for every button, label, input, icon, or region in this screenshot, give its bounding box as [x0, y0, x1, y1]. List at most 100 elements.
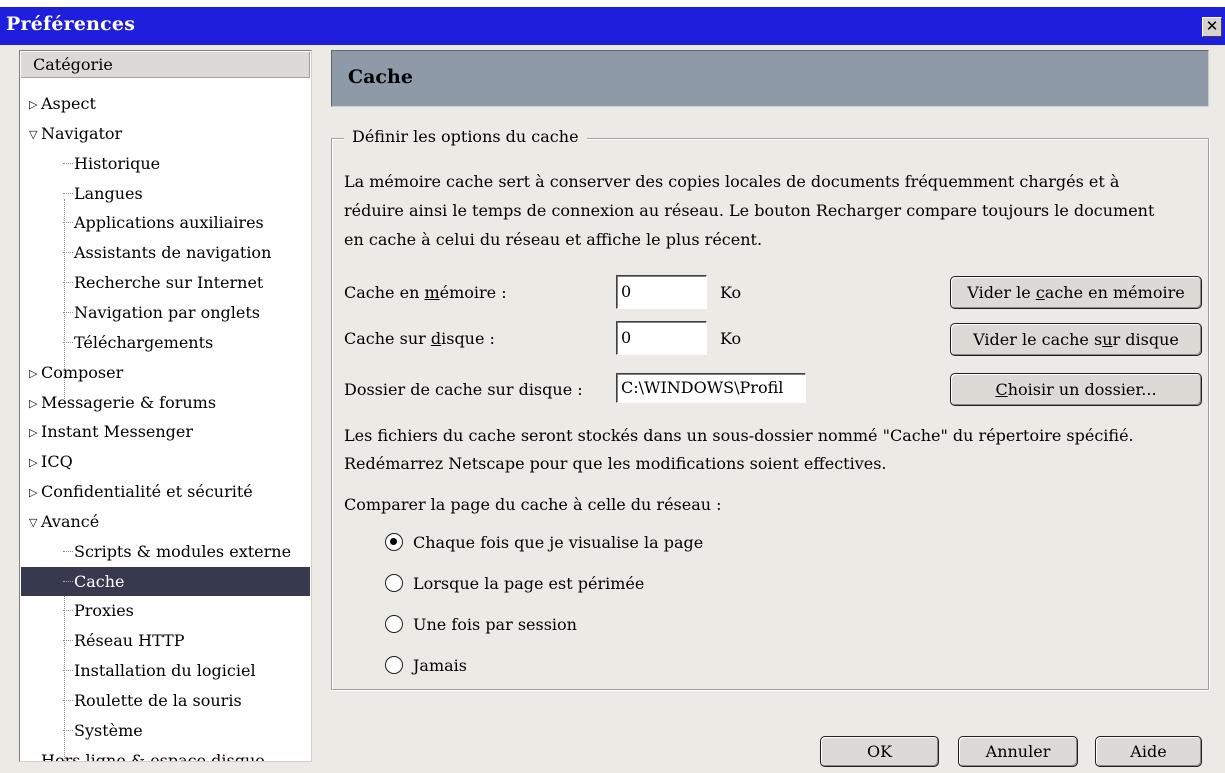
- radio-button[interactable]: [385, 574, 403, 592]
- tree-connector: [63, 700, 73, 701]
- memory-cache-input[interactable]: 0: [616, 275, 707, 309]
- tree-item-label: ICQ: [41, 452, 73, 472]
- section-title: Cache: [348, 66, 413, 88]
- radio-button[interactable]: [385, 533, 403, 551]
- tree-item[interactable]: Cache: [21, 566, 310, 596]
- tree-item-label: Messagerie & forums: [41, 392, 217, 412]
- expand-triangle-icon[interactable]: ▷: [29, 448, 41, 477]
- expand-triangle-icon[interactable]: ▷: [29, 418, 41, 447]
- tree-item-label: Assistants de navigation: [74, 243, 272, 263]
- tree-connector: [63, 311, 73, 313]
- tree-item-label: Proxies: [74, 601, 134, 621]
- tree-item[interactable]: Langues: [21, 179, 310, 208]
- collapse-triangle-icon[interactable]: ▽: [29, 120, 41, 149]
- tree-item[interactable]: ▷ ICQ: [21, 447, 310, 476]
- section-header: Cache: [331, 50, 1209, 107]
- note-line: Redémarrez Netscape pour que les modific…: [344, 454, 887, 473]
- tree-item[interactable]: ▷ Composer: [21, 358, 310, 387]
- tree-connector: [63, 610, 73, 612]
- choose-folder-button[interactable]: Choisir un dossier...: [950, 373, 1202, 406]
- close-icon[interactable]: ✕: [1202, 17, 1222, 37]
- tree-item[interactable]: ▽ Navigator: [21, 119, 310, 148]
- tree-connector: [63, 192, 73, 194]
- tree-item[interactable]: Historique: [21, 149, 310, 178]
- tree-item[interactable]: ▷ Messagerie & forums: [21, 388, 310, 417]
- ok-button[interactable]: OK: [820, 736, 939, 767]
- expand-triangle-icon[interactable]: ▷: [29, 90, 41, 119]
- tree-item-label: Installation du logiciel: [74, 661, 256, 681]
- tree-item[interactable]: Assistants de navigation: [21, 238, 310, 267]
- expand-triangle-icon[interactable]: ▷: [29, 359, 41, 388]
- expand-triangle-icon[interactable]: ▷: [29, 389, 41, 418]
- cancel-button[interactable]: Annuler: [958, 736, 1078, 767]
- tree-item[interactable]: Applications auxiliaires: [21, 208, 310, 237]
- tree-connector: [63, 222, 73, 224]
- clear-disk-cache-button[interactable]: Vider le cache sur disque: [950, 323, 1202, 356]
- tree-connector: [63, 580, 73, 582]
- tree-item-label: Système: [74, 720, 143, 740]
- tree-item-label: Téléchargements: [74, 332, 214, 352]
- note-line: Les fichiers du cache seront stockés dan…: [344, 426, 1134, 445]
- tree-item-label: Réseau HTTP: [74, 631, 185, 651]
- disk-cache-label: Cache sur disque :: [344, 329, 495, 348]
- tree-connector: [63, 640, 73, 642]
- tree-item-label: Applications auxiliaires: [74, 213, 264, 233]
- tree-item[interactable]: ▷ Instant Messenger: [21, 417, 310, 446]
- disk-folder-input[interactable]: C:\WINDOWS\Profil: [616, 373, 806, 403]
- clear-memory-cache-button[interactable]: Vider le cache en mémoire: [950, 276, 1202, 309]
- tree-item-label: Langues: [74, 183, 143, 203]
- category-tree[interactable]: Catégorie ▷ Aspect ▽ Navigator Historique Lan…: [19, 50, 312, 762]
- tree-connector: [63, 162, 73, 164]
- tree-item-label: Hors ligne & espace disque: [41, 750, 265, 762]
- disk-folder-label: Dossier de cache sur disque :: [344, 380, 583, 399]
- radio-option-never[interactable]: Jamais: [385, 656, 467, 678]
- collapse-triangle-icon[interactable]: ▽: [29, 508, 41, 537]
- title-bar[interactable]: Préférences ✕: [0, 7, 1225, 45]
- tree-item[interactable]: Proxies: [21, 596, 310, 625]
- tree-connector: [63, 341, 73, 343]
- tree-item-label: Roulette de la souris: [74, 691, 242, 710]
- compare-label: Comparer la page du cache à celle du rés…: [344, 495, 722, 514]
- memory-cache-label: Cache en mémoire :: [344, 283, 507, 302]
- tree-item[interactable]: Scripts & modules externe: [21, 537, 310, 566]
- tree-item[interactable]: Roulette de la souris: [21, 686, 310, 715]
- tree-item-label: Avancé: [41, 511, 100, 531]
- tree-item-label: Recherche sur Internet: [74, 273, 264, 293]
- memory-cache-unit: Ko: [720, 283, 742, 302]
- radio-option-when-expired[interactable]: Lorsque la page est périmée: [385, 574, 644, 596]
- tree-item[interactable]: ▽ Avancé: [21, 507, 310, 536]
- tree-item[interactable]: Navigation par onglets: [21, 298, 310, 327]
- tree-item[interactable]: Système: [21, 716, 310, 745]
- disk-cache-input[interactable]: 0: [616, 321, 707, 355]
- tree-item-label: Navigator: [41, 123, 123, 143]
- radio-option-once-per-session[interactable]: Une fois par session: [385, 615, 577, 637]
- tree-item-label: Historique: [74, 153, 161, 173]
- tree-item-label: Navigation par onglets: [74, 302, 260, 322]
- description-line: en cache à celui du réseau et affiche le…: [344, 230, 763, 249]
- group-legend: Définir les options du cache: [344, 127, 587, 146]
- expand-triangle-icon[interactable]: ▷: [29, 478, 41, 507]
- tree-item-label: Composer: [41, 362, 124, 382]
- tree-item-label: Confidentialité et sécurité: [41, 482, 253, 502]
- tree-connector: [63, 550, 73, 552]
- tree-item[interactable]: ▷ Aspect: [21, 89, 310, 118]
- window-title: Préférences: [6, 13, 136, 35]
- tree-item[interactable]: Hors ligne & espace disque: [21, 746, 310, 762]
- tree-column-header[interactable]: Catégorie: [21, 52, 310, 78]
- help-button[interactable]: Aide: [1095, 736, 1202, 767]
- tree-item[interactable]: Réseau HTTP: [21, 626, 310, 655]
- tree-connector: [63, 282, 73, 284]
- tree-connector: [63, 670, 73, 672]
- radio-button[interactable]: [385, 615, 403, 633]
- description-line: La mémoire cache sert à conserver des co…: [344, 172, 1120, 191]
- tree-item[interactable]: Installation du logiciel: [21, 656, 310, 685]
- description-line: réduire ainsi le temps de connexion au r…: [344, 201, 1155, 220]
- tree-item-label: Scripts & modules externe: [74, 541, 292, 561]
- tree-item[interactable]: Recherche sur Internet: [21, 268, 310, 297]
- radio-option-every-view[interactable]: Chaque fois que je visualise la page: [385, 533, 703, 555]
- tree-connector: [63, 729, 73, 731]
- tree-connector: [63, 252, 73, 254]
- radio-button[interactable]: [385, 656, 403, 674]
- tree-item[interactable]: ▷ Confidentialité et sécurité: [21, 477, 310, 506]
- tree-item[interactable]: Téléchargements: [21, 328, 310, 357]
